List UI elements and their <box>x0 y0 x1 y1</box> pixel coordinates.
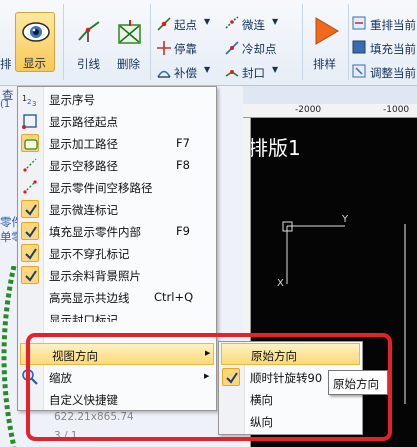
cooling-point-icon <box>225 41 239 55</box>
dropdown-arrow-icon: ▼ <box>272 65 279 74</box>
lead-button[interactable]: 引线 <box>71 16 107 72</box>
compensate-button[interactable]: 补偿 ▼ <box>156 62 222 82</box>
check-icon <box>21 200 39 218</box>
start-point-button[interactable]: 起点 ▼ <box>156 14 222 34</box>
path-start-icon <box>22 114 37 129</box>
menu-item-show-idle-path[interactable]: 显示空移路径 F8 <box>18 154 216 176</box>
micro-link-icon <box>225 16 239 29</box>
dropdown-arrow-icon: ▼ <box>272 17 279 26</box>
menu-item-highlight-common-edge[interactable]: 高亮显示共边线 Ctrl+Q <box>18 286 216 308</box>
menu-item-show-inter-part-idle[interactable]: 显示零件间空移路径 <box>18 176 216 198</box>
fill-icon <box>352 40 366 54</box>
coordinate-partial: (1 <box>0 99 11 110</box>
reorder-icon <box>352 16 366 30</box>
axis-y-label: Y <box>342 214 349 225</box>
axis-x-label: X <box>277 278 284 289</box>
cooling-point-button[interactable]: 冷却点 <box>224 38 298 58</box>
delete-lead-icon <box>118 20 141 44</box>
dropdown-arrow-icon: ▼ <box>204 65 211 74</box>
svg-text:2: 2 <box>27 98 31 106</box>
menu-item-show-no-pierce[interactable]: 显示不穿孔标记 <box>18 242 216 264</box>
stop-button[interactable]: 停靠 <box>156 38 222 58</box>
inter-part-idle-icon <box>23 180 37 194</box>
reorder-current-button[interactable]: 重排当前 <box>352 14 417 34</box>
seal-icon <box>225 70 239 77</box>
ribbon-tab-partial[interactable]: 排 <box>0 56 12 72</box>
eye-icon <box>22 22 50 42</box>
coordinate-axes <box>282 221 345 284</box>
svg-text:3: 3 <box>32 100 36 108</box>
delete-button[interactable]: 删除 <box>111 16 147 72</box>
fill-current-button[interactable]: 填充当前 <box>352 38 417 58</box>
sheet-edge <box>404 224 406 404</box>
check-icon <box>21 266 39 284</box>
nesting-button[interactable]: 排样 <box>308 14 344 74</box>
display-button[interactable]: 显示 <box>15 12 55 72</box>
adjust-current-button[interactable]: 调整当前 <box>352 62 417 82</box>
canvas-title: 排版1 <box>248 136 301 160</box>
nesting-label: 排样 <box>313 57 336 71</box>
play-nesting-icon <box>315 17 339 45</box>
display-label: 显示 <box>23 56 46 70</box>
micro-link-button[interactable]: 微连 ▼ <box>224 14 298 34</box>
stop-icon <box>157 41 171 55</box>
ribbon-toolbar: 排 显示 引线 删除 起点 ▼ 停靠 补偿 ▼ 微连 ▼ 冷却点 封口 ▼ 排样… <box>0 0 417 86</box>
menu-item-show-sequence[interactable]: 1 2 3 显示序号 <box>18 88 216 110</box>
start-point-icon <box>157 17 171 31</box>
delete-label: 删除 <box>117 57 140 71</box>
lead-label: 引线 <box>77 57 100 71</box>
menu-item-show-micro-link[interactable]: 显示微连标记 <box>18 198 216 220</box>
top-ruler: -2000 -1000 <box>243 104 417 118</box>
idle-path-icon <box>23 158 37 172</box>
menu-item-show-machining-path[interactable]: 显示加工路径 F7 <box>18 132 216 154</box>
highlight-annotation-box <box>26 333 392 441</box>
machining-path-icon <box>21 134 39 152</box>
ruler-tick-label: -1000 <box>383 105 410 115</box>
adjust-icon <box>352 64 366 78</box>
dropdown-arrow-icon: ▼ <box>204 17 211 26</box>
menu-item-show-path-start[interactable]: 显示路径起点 <box>18 110 216 132</box>
check-icon <box>21 222 39 240</box>
menu-item-show-remnant-background[interactable]: 显示余料背景照片 <box>18 264 216 286</box>
menu-item-fill-part-interior[interactable]: 填充显示零件内部 F9 <box>18 220 216 242</box>
seal-button[interactable]: 封口 ▼ <box>224 62 298 82</box>
check-icon <box>21 244 39 262</box>
menu-item-show-seal-mark[interactable]: 显示封口标记 <box>18 308 216 322</box>
compensate-icon <box>157 70 171 78</box>
sequence-number-icon: 1 2 3 <box>22 94 36 108</box>
lead-icon <box>78 21 100 42</box>
ruler-tick-label: -2000 <box>295 105 322 115</box>
